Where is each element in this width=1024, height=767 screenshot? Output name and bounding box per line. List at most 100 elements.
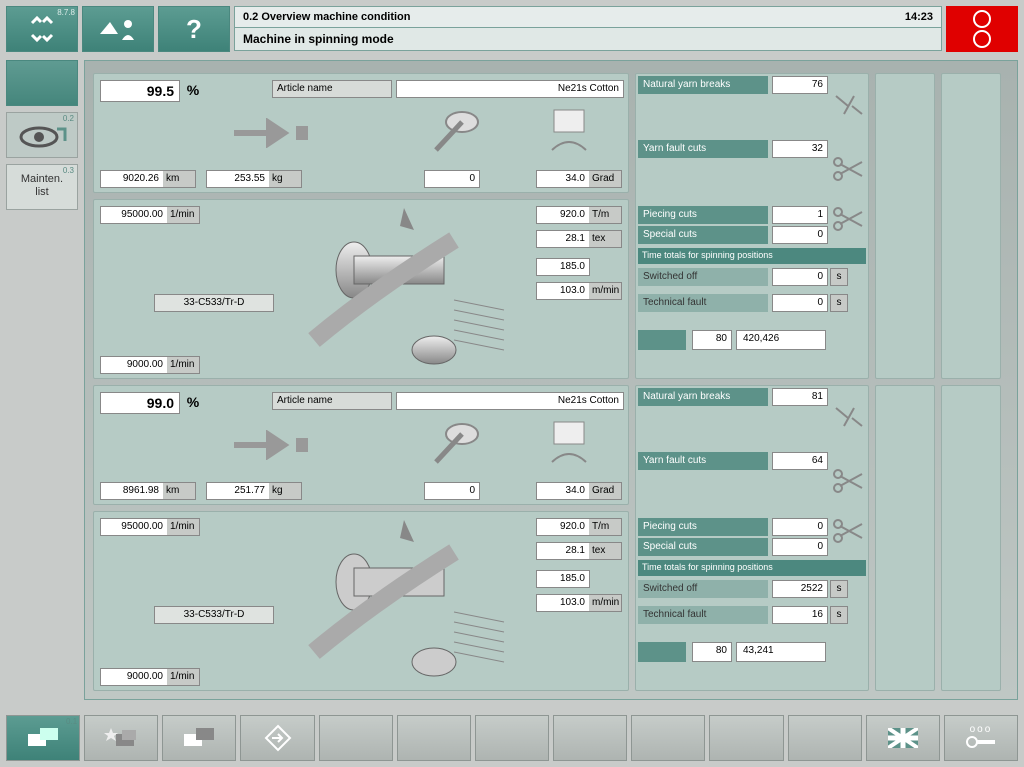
yfc-label: Yarn fault cuts — [638, 140, 768, 158]
star-screens-icon — [104, 726, 138, 750]
eye-icon — [17, 121, 67, 151]
scissors-icon — [832, 156, 866, 182]
article-panel: 99.5 % Article name Ne21s Cotton — [93, 73, 629, 193]
efficiency-unit: % — [182, 392, 204, 414]
footer-btn-6[interactable] — [397, 715, 471, 761]
zero-value: 0 — [425, 171, 479, 187]
footer-btn-screens[interactable]: 0.1 — [6, 715, 80, 761]
sidebar-item-overview[interactable]: 0.2 — [6, 112, 78, 158]
sw-value: 2522 — [772, 580, 828, 598]
recycle-button[interactable]: 8.7.8 — [6, 6, 78, 52]
footer-btn-display[interactable] — [162, 715, 236, 761]
tm-value: 920.0 — [537, 519, 589, 535]
efficiency-value: 99.0 — [100, 392, 180, 414]
kg-value: 251.77 — [207, 483, 269, 499]
summary-color-box — [638, 330, 686, 350]
grad-unit: Grad — [589, 171, 621, 187]
bobbin-icon — [544, 106, 594, 154]
footer-btn-lang[interactable] — [866, 715, 940, 761]
sidebar-tag: 0.3 — [63, 166, 74, 175]
sidebar-item-blank[interactable] — [6, 60, 78, 106]
statistics-panel: Natural yarn breaks 76 Yarn fault cuts 3… — [635, 73, 869, 379]
mmin-value: 103.0 — [537, 283, 589, 299]
help-button[interactable]: ? — [158, 6, 230, 52]
screens-icon — [26, 726, 60, 750]
rotor2-value: 9000.00 — [101, 357, 167, 373]
arrow-right-icon — [224, 118, 314, 148]
bobbin-icon — [544, 418, 594, 466]
sum-a: 80 — [692, 330, 732, 350]
footer-btn-10[interactable] — [709, 715, 783, 761]
rotor-illustration-icon — [254, 200, 514, 380]
yfc-label: Yarn fault cuts — [638, 452, 768, 470]
km-unit: km — [163, 171, 195, 187]
screens2-icon — [182, 726, 216, 750]
title-bar: 0.2 Overview machine condition 14:23 Mac… — [234, 6, 942, 52]
efficiency-unit: % — [182, 80, 204, 102]
wheel-icon — [424, 416, 494, 466]
footer-btn-key[interactable]: ooo — [944, 715, 1018, 761]
footer-btn-7[interactable] — [475, 715, 549, 761]
break-icon — [832, 404, 866, 430]
tex-value: 28.1 — [537, 543, 589, 559]
tm-unit: T/m — [589, 207, 621, 223]
pc-label: Piecing cuts — [638, 518, 768, 536]
summary-color-box — [638, 642, 686, 662]
footer-btn-enter[interactable] — [240, 715, 314, 761]
footer-btn-5[interactable] — [319, 715, 393, 761]
operator-button[interactable] — [82, 6, 154, 52]
key-icon — [966, 735, 996, 749]
footer-btn-fav[interactable] — [84, 715, 158, 761]
version-tag: 8.7.8 — [57, 8, 75, 17]
nat-break-label: Natural yarn breaks — [638, 388, 768, 406]
tf-value: 0 — [772, 294, 828, 312]
tf-label: Technical fault — [638, 606, 768, 624]
footer-btn-11[interactable] — [788, 715, 862, 761]
rotor2-unit: 1/min — [167, 357, 199, 373]
mmin-unit: m/min — [589, 283, 621, 299]
kg-unit: kg — [269, 171, 301, 187]
scissors-icon — [832, 468, 866, 494]
nat-break-value: 81 — [772, 388, 828, 406]
main-panel: 99.5 % Article name Ne21s Cotton — [84, 60, 1018, 700]
sc-label: Special cuts — [638, 226, 768, 244]
nat-break-value: 76 — [772, 76, 828, 94]
yfc-value: 32 — [772, 140, 828, 158]
tf-value: 16 — [772, 606, 828, 624]
status-text: Machine in spinning mode — [243, 32, 394, 46]
machine-panel: 95000.001/min 33-C533/Tr-D 9000.001/min … — [93, 511, 629, 691]
aux-panel-2 — [941, 385, 1001, 691]
sw-value: 0 — [772, 268, 828, 286]
sidebar-item-maintenance[interactable]: 0.3 Mainten. list — [6, 164, 78, 210]
sidebar-label: Mainten. — [21, 173, 63, 185]
scissors-icon — [832, 518, 866, 544]
km-unit: km — [163, 483, 195, 499]
sw-unit: s — [830, 580, 848, 598]
article-label: Article name — [273, 81, 391, 97]
footer-btn-8[interactable] — [553, 715, 627, 761]
grad-value: 34.0 — [537, 483, 589, 499]
sum-a: 80 — [692, 642, 732, 662]
tm-unit: T/m — [589, 519, 621, 535]
sc-value: 0 — [772, 538, 828, 556]
pc-value: 0 — [772, 518, 828, 536]
rotor2-unit: 1/min — [167, 669, 199, 685]
article-value: Ne21s Cotton — [397, 81, 623, 97]
tf-label: Technical fault — [638, 294, 768, 312]
efficiency-value: 99.5 — [100, 80, 180, 102]
zero-value: 0 — [425, 483, 479, 499]
tf-unit: s — [830, 294, 848, 312]
scissors-icon — [832, 206, 866, 232]
footer-btn-9[interactable] — [631, 715, 705, 761]
enter-icon — [264, 724, 292, 752]
nat-break-label: Natural yarn breaks — [638, 76, 768, 94]
time-totals-header: Time totals for spinning positions — [638, 560, 866, 576]
rotor-illustration-icon — [254, 512, 514, 692]
rotor1-unit: 1/min — [167, 519, 199, 535]
alarm-indicator[interactable] — [946, 6, 1018, 52]
sum-b: 420,426 — [736, 330, 826, 350]
tex-unit: tex — [589, 543, 621, 559]
pc-value: 1 — [772, 206, 828, 224]
tm-value: 920.0 — [537, 207, 589, 223]
alarm-lamp-icon — [973, 10, 991, 28]
